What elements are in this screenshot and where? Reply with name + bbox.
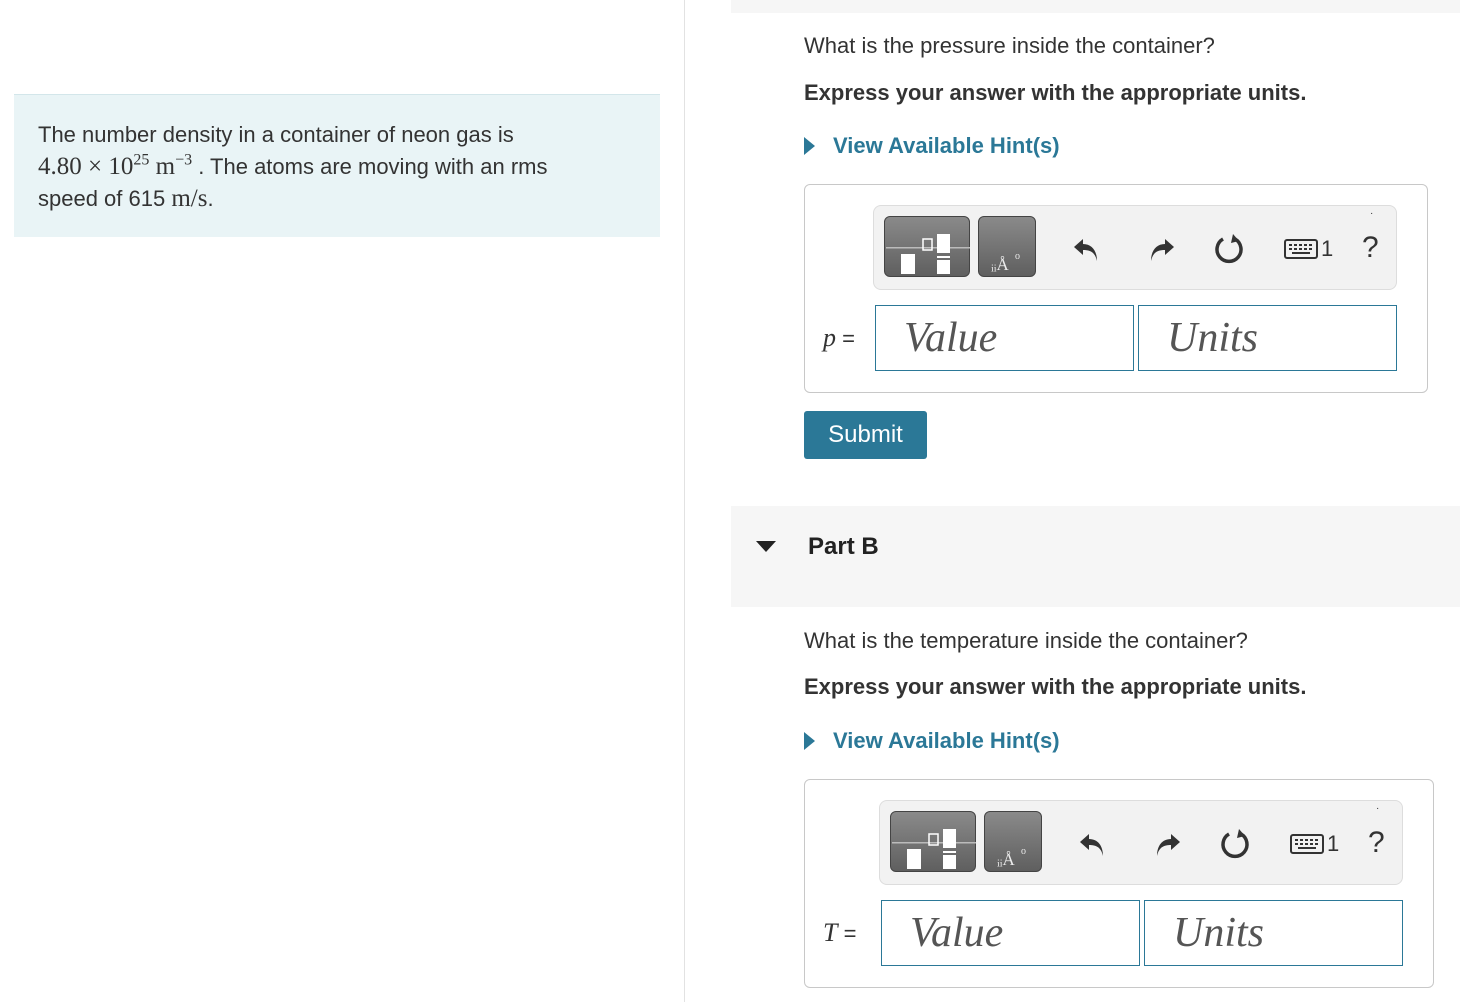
part-b-value-input[interactable] — [881, 900, 1140, 966]
keyboard-icon[interactable] — [1284, 239, 1318, 259]
part-a-variable: p — [823, 323, 836, 352]
reset-icon[interactable] — [1218, 826, 1252, 860]
density-exponent: 25 — [133, 151, 150, 169]
part-b-variable-label: T = — [823, 918, 856, 948]
keyboard-count: 1 — [1321, 236, 1334, 261]
part-a-instruction: Express your answer with the appropriate… — [804, 80, 1307, 105]
part-a-toolbar: o ᵢᵢÅ 1 ? · — [873, 205, 1397, 290]
times-sign: × — [88, 153, 103, 180]
part-b-variable: T — [823, 918, 838, 947]
density-base: 10 — [108, 153, 134, 180]
problem-intro: The number density in a container of neo… — [14, 94, 660, 237]
caret-down-icon[interactable] — [756, 541, 776, 552]
caret-right-icon — [804, 732, 815, 750]
help-icon[interactable]: ? — [1362, 231, 1379, 265]
part-a-units-input[interactable] — [1138, 305, 1397, 371]
density-unit-exponent: −3 — [175, 151, 193, 169]
intro-text-1: The number density in a container of neo… — [38, 122, 514, 147]
part-a-header-band — [731, 0, 1460, 13]
part-b-equals: = — [843, 921, 857, 946]
keyboard-icon[interactable] — [1290, 834, 1324, 854]
keyboard-count: 1 — [1327, 831, 1340, 856]
help-icon[interactable]: ? — [1368, 826, 1385, 860]
intro-text-4: . — [207, 186, 214, 211]
part-b-answer-box: o ᵢᵢÅ 1 ? · T = — [804, 779, 1434, 988]
part-a-hint-label: View Available Hint(s) — [833, 133, 1060, 158]
part-a-equals: = — [842, 326, 855, 351]
units-icon[interactable]: o ᵢᵢÅ — [978, 216, 1036, 277]
part-a-value-input[interactable] — [875, 305, 1134, 371]
part-b-instruction: Express your answer with the appropriate… — [804, 674, 1307, 699]
number-density-value: 4.80 × 1025 m−3 — [38, 151, 193, 180]
part-a-submit-button[interactable]: Submit — [804, 411, 927, 459]
part-a-variable-label: p = — [823, 323, 855, 353]
reset-icon[interactable] — [1212, 231, 1246, 265]
part-a-question: What is the pressure inside the containe… — [804, 33, 1215, 58]
left-panel: The number density in a container of neo… — [0, 0, 685, 1002]
density-unit: m — [155, 153, 176, 180]
templates-icon[interactable] — [890, 811, 976, 872]
part-a-hint-toggle[interactable]: View Available Hint(s) — [804, 133, 1060, 159]
density-mantissa: 4.80 — [38, 153, 82, 180]
toolbar-dot: · — [1376, 803, 1380, 814]
part-b-question: What is the temperature inside the conta… — [804, 628, 1248, 653]
part-b-units-input[interactable] — [1144, 900, 1403, 966]
redo-icon[interactable] — [1144, 231, 1178, 265]
part-b-hint-toggle[interactable]: View Available Hint(s) — [804, 728, 1060, 754]
intro-text-3: speed of 615 — [38, 186, 166, 211]
redo-icon[interactable] — [1150, 826, 1184, 860]
part-b-toolbar: o ᵢᵢÅ 1 ? · — [879, 800, 1403, 885]
part-b-hint-label: View Available Hint(s) — [833, 728, 1060, 753]
templates-icon[interactable] — [884, 216, 970, 277]
undo-icon[interactable] — [1076, 826, 1110, 860]
toolbar-dot: · — [1370, 208, 1374, 219]
speed-unit: m/s — [171, 185, 208, 212]
undo-icon[interactable] — [1070, 231, 1104, 265]
part-a-answer-box: o ᵢᵢÅ 1 ? · p = — [804, 184, 1428, 393]
units-icon[interactable]: o ᵢᵢÅ — [984, 811, 1042, 872]
part-b-title: Part B — [808, 533, 879, 560]
caret-right-icon — [804, 137, 815, 155]
intro-text-2: . The atoms are moving with an rms — [198, 154, 548, 179]
